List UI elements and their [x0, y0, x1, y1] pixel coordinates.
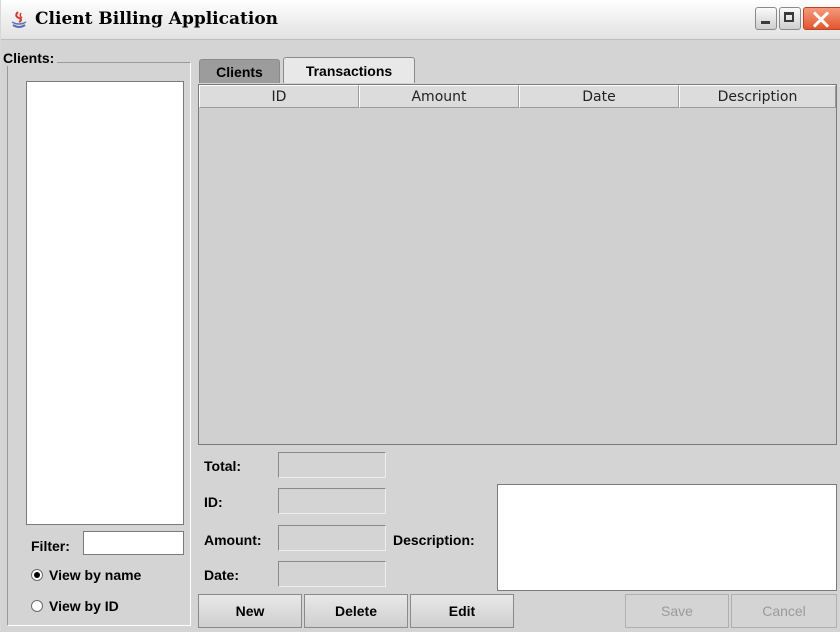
- title-bar[interactable]: Client Billing Application: [1, 0, 840, 40]
- total-field: [278, 452, 386, 478]
- total-label: Total:: [204, 458, 242, 474]
- maximize-button[interactable]: [779, 7, 801, 30]
- filter-label: Filter:: [31, 538, 70, 554]
- minimize-button[interactable]: [755, 7, 777, 30]
- view-by-name-radio[interactable]: View by name: [31, 567, 141, 583]
- save-button[interactable]: Save: [625, 594, 729, 628]
- view-by-id-radio[interactable]: View by ID: [31, 598, 119, 614]
- column-header-amount[interactable]: Amount: [359, 85, 519, 108]
- description-label: Description:: [393, 532, 475, 548]
- radio-checked-icon[interactable]: [31, 569, 43, 581]
- new-button[interactable]: New: [198, 594, 302, 628]
- amount-label: Amount:: [204, 532, 262, 548]
- cancel-button[interactable]: Cancel: [731, 594, 837, 628]
- id-label: ID:: [204, 494, 223, 510]
- view-by-id-label: View by ID: [49, 598, 119, 614]
- clients-legend: Clients:: [3, 50, 58, 66]
- tab-transactions[interactable]: Transactions: [283, 57, 415, 83]
- date-field[interactable]: [278, 561, 386, 587]
- client-list[interactable]: [26, 81, 184, 525]
- tab-clients[interactable]: Clients: [199, 59, 280, 83]
- window-title: Client Billing Application: [35, 9, 279, 29]
- table-header: ID Amount Date Description: [199, 85, 836, 109]
- application-window: Client Billing Application Clients: Filt…: [0, 0, 840, 632]
- amount-field[interactable]: [278, 525, 386, 551]
- id-field[interactable]: [278, 488, 386, 514]
- transactions-table[interactable]: ID Amount Date Description: [198, 84, 837, 445]
- date-label: Date:: [204, 567, 240, 583]
- edit-button[interactable]: Edit: [410, 594, 514, 628]
- view-by-name-label: View by name: [49, 567, 142, 583]
- description-field[interactable]: [497, 484, 837, 591]
- delete-button[interactable]: Delete: [304, 594, 408, 628]
- java-app-icon: [11, 11, 27, 28]
- column-header-date[interactable]: Date: [519, 85, 679, 108]
- column-header-id[interactable]: ID: [199, 85, 359, 108]
- close-button[interactable]: [803, 7, 840, 30]
- column-header-description[interactable]: Description: [679, 85, 836, 108]
- filter-input[interactable]: [83, 531, 184, 555]
- radio-unchecked-icon[interactable]: [31, 600, 43, 612]
